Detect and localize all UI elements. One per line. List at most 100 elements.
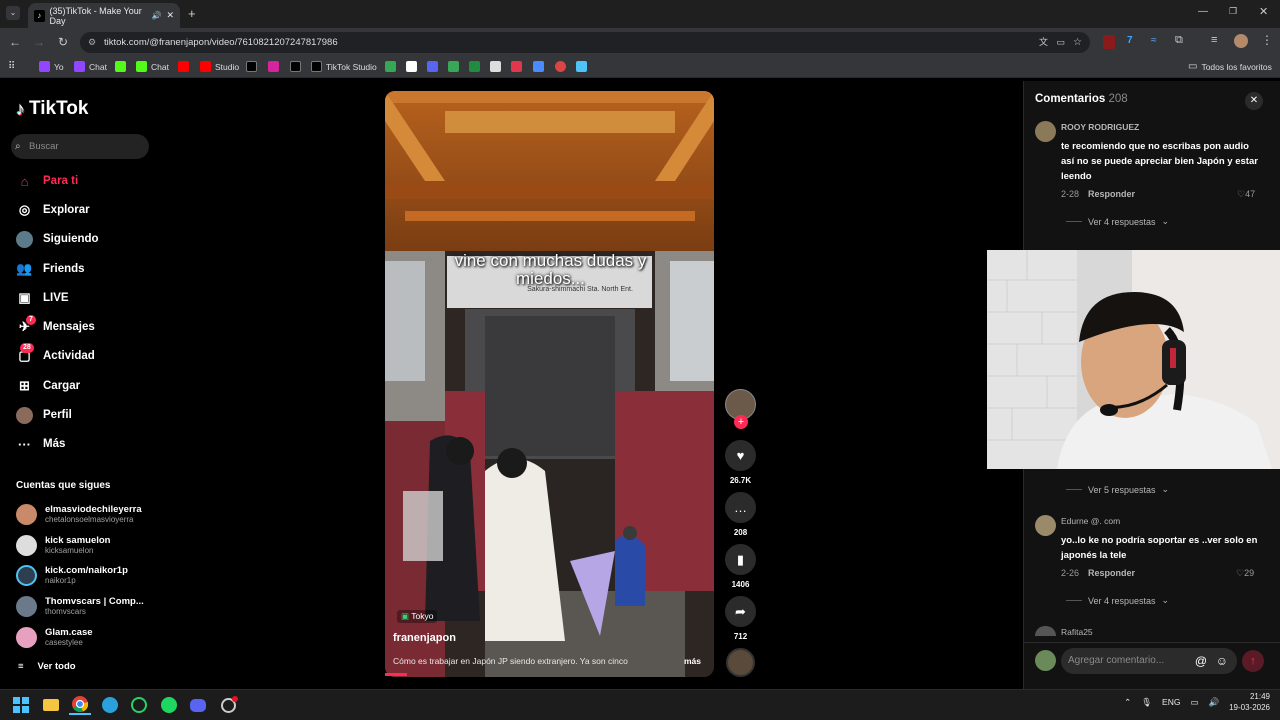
app-icon[interactable] <box>217 695 239 715</box>
send-arrow-icon[interactable]: ↑ <box>1242 650 1264 672</box>
description-more-button[interactable]: más <box>684 656 701 666</box>
following-account[interactable]: kick samuelon kicksamuelon <box>16 532 110 558</box>
bookmark-yo[interactable]: Yo <box>39 59 64 74</box>
follow-plus-button[interactable]: + <box>734 415 748 429</box>
bookmark-icon[interactable] <box>427 59 438 74</box>
network-icon[interactable]: ▭ <box>1190 697 1198 708</box>
avatar[interactable] <box>1035 121 1056 142</box>
nav-cargar[interactable]: ⊞ Cargar <box>16 376 80 396</box>
nav-friends[interactable]: 👥 Friends <box>16 259 84 279</box>
bookmark-icon[interactable] <box>555 59 566 74</box>
browser-tab[interactable]: ♪ (35)TikTok - Make Your Day 🔊 ✕ <box>28 3 180 28</box>
discord-icon[interactable] <box>187 695 209 715</box>
following-account[interactable]: elmasviodechileyerra chetalonsoelmasvioye… <box>16 501 142 527</box>
heart-icon[interactable]: ♥ <box>725 440 756 471</box>
chrome-icon[interactable] <box>69 695 91 715</box>
extension-icon[interactable] <box>1103 35 1115 49</box>
search-input[interactable]: ⌕ Buscar <box>11 134 149 159</box>
bookmark-chat-2[interactable]: Chat <box>136 59 169 74</box>
spotify-icon[interactable] <box>158 695 180 715</box>
comment-bubble-icon[interactable]: … <box>725 492 756 523</box>
video-player[interactable] <box>385 91 714 677</box>
reply-button[interactable]: Responder <box>1088 568 1135 578</box>
bookmark-tiktok-icon[interactable] <box>290 59 301 74</box>
view-replies[interactable]: Ver 4 respuestas ⌄ <box>1066 216 1169 227</box>
comment-username[interactable]: Edurne @. com <box>1061 516 1120 526</box>
share-action[interactable]: ➦ 712 <box>725 596 756 641</box>
bookmark-x-icon[interactable] <box>246 59 257 74</box>
see-all-link[interactable]: ≡ Ver todo <box>18 661 76 672</box>
bookmark-icon[interactable] <box>448 59 459 74</box>
menu-kebab-icon[interactable]: ⋮ <box>1261 33 1273 47</box>
tab-search-button[interactable]: ⌄ <box>6 6 20 20</box>
puzzle-extensions-icon[interactable]: ⧉ <box>1175 34 1183 47</box>
location-tag[interactable]: ▣ Tokyo <box>397 610 438 623</box>
following-account[interactable]: Thomvscars | Comp... thomvscars <box>16 593 144 619</box>
extension-icon[interactable]: ≈ <box>1151 35 1157 46</box>
comment-like[interactable]: ♡47 <box>1237 189 1255 200</box>
nav-live[interactable]: ▣ LIVE <box>16 288 68 308</box>
bookmark-kick-icon[interactable] <box>115 59 126 74</box>
restore-button[interactable]: ❐ <box>1229 6 1237 17</box>
comment-username[interactable]: Rafita25 <box>1061 627 1093 637</box>
close-window-button[interactable]: ✕ <box>1259 5 1268 18</box>
microphone-icon[interactable]: 🎙 <box>1141 697 1152 708</box>
bookmark-tiktok-studio[interactable]: TikTok Studio <box>311 59 377 74</box>
view-replies[interactable]: Ver 4 respuestas ⌄ <box>1066 595 1169 606</box>
bookmark-drive-icon[interactable] <box>385 59 396 74</box>
view-replies[interactable]: Ver 5 respuestas ⌄ <box>1066 484 1169 495</box>
cast-icon[interactable]: ▭ <box>1056 32 1065 53</box>
minimize-button[interactable]: — <box>1198 6 1208 17</box>
reply-button[interactable]: Responder <box>1088 189 1135 199</box>
nav-explorar[interactable]: ◎ Explorar <box>16 200 90 220</box>
back-arrow-icon[interactable]: ← <box>7 34 23 50</box>
bookmark-chat-1[interactable]: Chat <box>74 59 107 74</box>
tiktok-logo[interactable]: ♪ TikTok <box>16 98 88 120</box>
volume-icon[interactable]: 🔊 <box>1208 697 1219 708</box>
mention-icon[interactable]: @ <box>1195 648 1207 674</box>
bookmark-icon[interactable]: ▮ <box>725 544 756 575</box>
following-account[interactable]: Glam.case casestylee <box>16 624 93 650</box>
language-indicator[interactable]: ENG <box>1162 697 1180 707</box>
extension-icon[interactable]: 7 <box>1127 35 1133 46</box>
nav-actividad[interactable]: ▢ 28 Actividad <box>16 342 95 366</box>
bookmark-youtube-icon[interactable] <box>178 59 189 74</box>
avatar[interactable] <box>1035 515 1056 536</box>
video-author[interactable]: franenjapon <box>393 632 456 644</box>
reading-list-icon[interactable]: ≡ <box>1211 34 1217 46</box>
comment-input[interactable]: Agregar comentario... @ ☺ <box>1061 648 1237 674</box>
emoji-icon[interactable]: ☺ <box>1216 648 1228 674</box>
bookmark-icon[interactable] <box>469 59 480 74</box>
translate-icon[interactable]: 文 <box>1039 32 1048 53</box>
bookmark-icon[interactable] <box>490 59 501 74</box>
file-explorer-icon[interactable] <box>40 695 62 715</box>
comment-like[interactable]: ♡29 <box>1236 568 1254 579</box>
nav-mensajes[interactable]: ✈ 7 Mensajes <box>16 314 95 337</box>
share-arrow-icon[interactable]: ➦ <box>725 596 756 627</box>
bookmark-icon[interactable] <box>406 59 417 74</box>
bookmark-icon[interactable] <box>533 59 544 74</box>
following-account[interactable]: kick.com/naikor1p naikor1p <box>16 562 128 588</box>
nav-siguiendo[interactable]: Siguiendo <box>16 229 99 249</box>
site-info-icon[interactable]: ⚙ <box>88 32 96 53</box>
bookmark-icon[interactable] <box>511 59 522 74</box>
profile-avatar[interactable] <box>1234 34 1248 48</box>
clock[interactable]: 21:49 19-03-2026 <box>1229 691 1270 713</box>
nav-perfil[interactable]: Perfil <box>16 405 72 425</box>
windows-start-icon[interactable] <box>10 695 32 715</box>
chevron-up-icon[interactable]: ⌃ <box>1124 697 1131 708</box>
bookmark-studio[interactable]: Studio <box>200 59 239 74</box>
comment-action[interactable]: … 208 <box>725 492 756 537</box>
nav-mas[interactable]: ··· Más <box>16 434 65 454</box>
new-tab-button[interactable]: + <box>188 6 196 21</box>
bookmark-icon[interactable] <box>576 59 587 74</box>
close-icon[interactable]: ✕ <box>1245 92 1263 110</box>
reload-icon[interactable]: ↻ <box>55 34 71 50</box>
all-bookmarks-folder[interactable]: ▭ Todos los favoritos <box>1188 59 1272 74</box>
like-action[interactable]: ♥ 26.7K <box>725 440 756 485</box>
bookmark-instagram-icon[interactable] <box>268 59 279 74</box>
save-action[interactable]: ▮ 1406 <box>725 544 756 589</box>
tab-close-icon[interactable]: ✕ <box>166 10 174 21</box>
forward-arrow-icon[interactable]: → <box>31 34 47 50</box>
address-bar[interactable]: ⚙ tiktok.com/@franenjapon/video/76108212… <box>80 32 1090 53</box>
